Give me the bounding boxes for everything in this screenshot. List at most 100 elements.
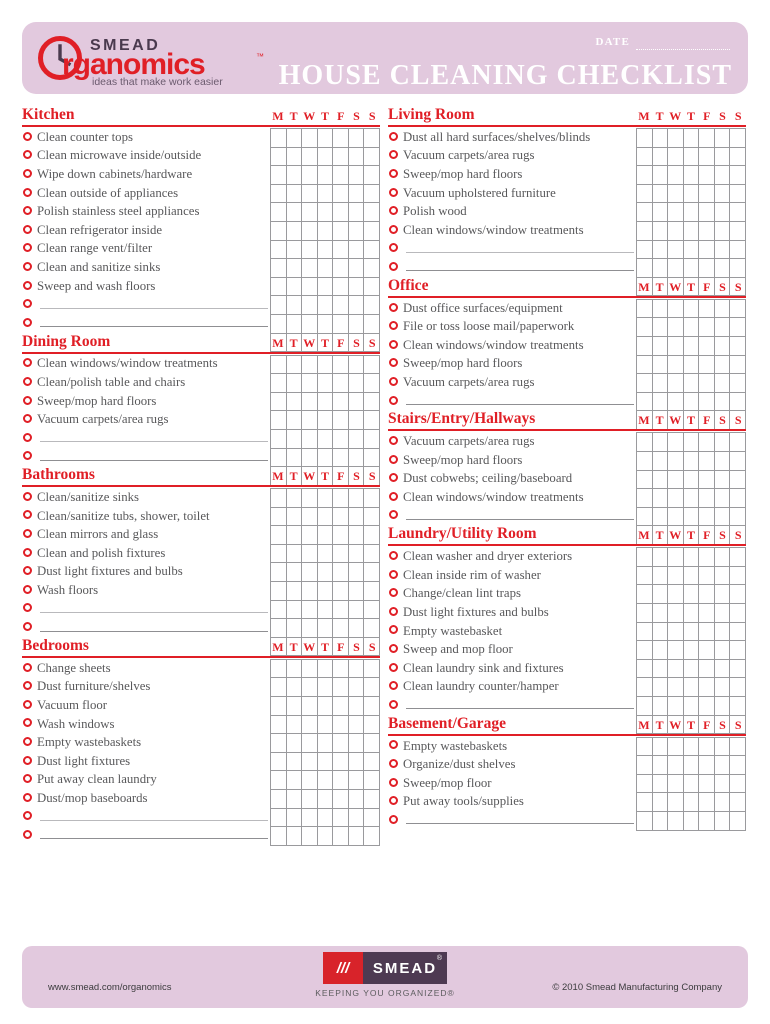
- grid-cell[interactable]: [652, 355, 669, 375]
- grid-cell[interactable]: [317, 147, 334, 167]
- grid-cell[interactable]: [699, 585, 715, 605]
- grid-cell[interactable]: [317, 392, 334, 412]
- grid-cell[interactable]: [683, 678, 700, 698]
- grid-cell[interactable]: [683, 336, 700, 356]
- grid-cell[interactable]: [364, 314, 381, 334]
- grid-cell[interactable]: [683, 604, 700, 623]
- grid-cell[interactable]: [652, 812, 669, 831]
- grid-cell[interactable]: [333, 619, 349, 638]
- grid-cell[interactable]: [333, 600, 349, 620]
- checkbox-circle-icon[interactable]: [22, 829, 37, 841]
- grid-cell[interactable]: [271, 526, 287, 545]
- grid-cell[interactable]: [271, 277, 287, 297]
- grid-cell[interactable]: [286, 147, 303, 167]
- grid-cell[interactable]: [302, 563, 318, 583]
- grid-cell[interactable]: [730, 641, 747, 660]
- list-item[interactable]: Vacuum carpets/area rugs: [22, 410, 268, 429]
- grid-cell[interactable]: [714, 240, 731, 260]
- grid-cell[interactable]: [637, 355, 653, 375]
- grid-cell[interactable]: [333, 563, 349, 583]
- grid-cell[interactable]: [286, 827, 303, 846]
- grid-cell[interactable]: [364, 563, 381, 583]
- grid-cell[interactable]: [730, 566, 747, 586]
- grid-cell[interactable]: [364, 129, 381, 148]
- grid-cell[interactable]: [668, 812, 684, 831]
- grid-cell[interactable]: [683, 203, 700, 222]
- grid-cell[interactable]: [317, 715, 334, 735]
- grid-cell[interactable]: [652, 318, 669, 337]
- checkbox-circle-icon[interactable]: [22, 280, 37, 292]
- grid-cell[interactable]: [364, 715, 381, 735]
- grid-cell[interactable]: [302, 296, 318, 315]
- grid-cell[interactable]: [348, 600, 365, 620]
- grid-cell[interactable]: [637, 774, 653, 794]
- list-item[interactable]: Clean/polish table and chairs: [22, 373, 268, 392]
- grid-cell[interactable]: [683, 659, 700, 679]
- checkbox-circle-icon[interactable]: [22, 261, 37, 273]
- grid-cell[interactable]: [683, 489, 700, 508]
- grid-cell[interactable]: [302, 448, 318, 468]
- grid-cell[interactable]: [348, 827, 365, 846]
- grid-cell[interactable]: [699, 470, 715, 490]
- grid-cell[interactable]: [668, 566, 684, 586]
- checkbox-circle-icon[interactable]: [22, 451, 37, 462]
- grid-cell[interactable]: [730, 548, 747, 567]
- grid-cell[interactable]: [668, 451, 684, 471]
- grid-cell[interactable]: [271, 355, 287, 375]
- list-item[interactable]: Dust light fixtures: [22, 752, 268, 771]
- grid-cell[interactable]: [730, 203, 747, 222]
- grid-cell[interactable]: [714, 585, 731, 605]
- grid-cell[interactable]: [286, 184, 303, 204]
- list-item[interactable]: Vacuum carpets/area rugs: [388, 373, 634, 392]
- grid-cell[interactable]: [652, 259, 669, 278]
- grid-cell[interactable]: [317, 166, 334, 185]
- grid-cell[interactable]: [668, 129, 684, 148]
- grid-cell[interactable]: [317, 355, 334, 375]
- grid-cell[interactable]: [271, 166, 287, 185]
- grid-cell[interactable]: [333, 429, 349, 449]
- grid-cell[interactable]: [652, 566, 669, 586]
- checkbox-circle-icon[interactable]: [388, 662, 403, 674]
- grid-cell[interactable]: [364, 374, 381, 393]
- list-item[interactable]: Clean washer and dryer exteriors: [388, 547, 634, 566]
- grid-cell[interactable]: [730, 318, 747, 337]
- grid-cell[interactable]: [730, 451, 747, 471]
- grid-cell[interactable]: [683, 166, 700, 185]
- grid-cell[interactable]: [652, 678, 669, 698]
- grid-cell[interactable]: [271, 563, 287, 583]
- grid-cell[interactable]: [348, 659, 365, 679]
- grid-cell[interactable]: [348, 507, 365, 527]
- grid-cell[interactable]: [668, 166, 684, 185]
- grid-cell[interactable]: [730, 622, 747, 642]
- grid-cell[interactable]: [699, 203, 715, 222]
- list-item[interactable]: Sweep and mop floor: [388, 640, 634, 659]
- blank-list-item[interactable]: [22, 448, 268, 467]
- grid-cell[interactable]: [668, 604, 684, 623]
- grid-cell[interactable]: [333, 240, 349, 260]
- checkbox-circle-icon[interactable]: [22, 414, 37, 425]
- checkbox-circle-icon[interactable]: [22, 566, 37, 577]
- grid-cell[interactable]: [271, 184, 287, 204]
- grid-cell[interactable]: [271, 129, 287, 148]
- checkbox-circle-icon[interactable]: [22, 131, 37, 143]
- grid-cell[interactable]: [714, 678, 731, 698]
- checkbox-circle-icon[interactable]: [22, 376, 37, 388]
- grid-cell[interactable]: [364, 771, 381, 790]
- grid-cell[interactable]: [683, 318, 700, 337]
- grid-cell[interactable]: [683, 451, 700, 471]
- grid-cell[interactable]: [668, 697, 684, 716]
- grid-cell[interactable]: [699, 184, 715, 204]
- grid-cell[interactable]: [714, 507, 731, 527]
- grid-cell[interactable]: [271, 259, 287, 278]
- grid-cell[interactable]: [271, 659, 287, 679]
- grid-cell[interactable]: [699, 774, 715, 794]
- blank-list-item[interactable]: [388, 392, 634, 411]
- checkbox-circle-icon[interactable]: [22, 811, 37, 822]
- grid-cell[interactable]: [652, 147, 669, 167]
- grid-cell[interactable]: [683, 566, 700, 586]
- grid-cell[interactable]: [652, 184, 669, 204]
- grid-cell[interactable]: [317, 374, 334, 393]
- blank-write-in-line[interactable]: [40, 838, 268, 840]
- checkbox-circle-icon[interactable]: [388, 699, 403, 711]
- grid-cell[interactable]: [668, 147, 684, 167]
